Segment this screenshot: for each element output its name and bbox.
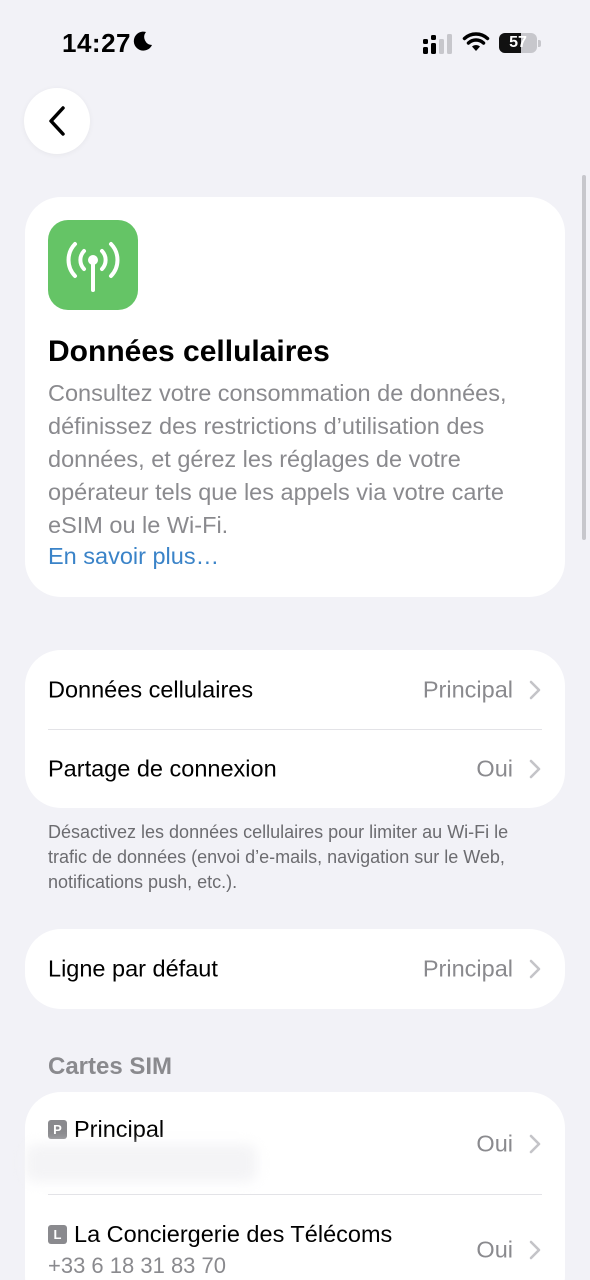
sim-label: Principal	[74, 1116, 165, 1142]
cellular-signal-icon	[423, 34, 452, 54]
battery-icon: 57	[499, 33, 541, 55]
sim-name: P Principal	[48, 1116, 164, 1143]
sim-name: L La Conciergerie des Télécoms	[48, 1221, 392, 1248]
row-label: Données cellulaires	[48, 676, 254, 703]
chevron-right-icon	[529, 959, 541, 979]
row-value: Oui	[476, 755, 513, 782]
page-title: Données cellulaires	[48, 335, 330, 368]
status-time: 14:27	[62, 28, 131, 58]
row-sim-principal[interactable]: P Principal Oui	[25, 1092, 565, 1195]
chevron-right-icon	[529, 1134, 541, 1153]
learn-more-link[interactable]: En savoir plus…	[48, 543, 219, 570]
row-value: Principal	[422, 676, 513, 703]
sim-badge: P	[48, 1120, 67, 1139]
default-line-card: Ligne par défaut Principal	[25, 929, 565, 1009]
battery-level: 57	[509, 34, 527, 51]
chevron-right-icon	[529, 1240, 541, 1260]
sim-badge: L	[48, 1225, 67, 1244]
sim-phone-number: +33 6 18 31 83 70	[48, 1253, 226, 1278]
row-label: Ligne par défaut	[48, 955, 218, 982]
intro-card: Données cellulaires Consultez votre cons…	[25, 197, 565, 597]
moon-icon	[133, 31, 152, 51]
row-value: Oui	[476, 1130, 513, 1156]
chevron-right-icon	[529, 759, 541, 779]
row-personal-hotspot[interactable]: Partage de connexion Oui	[25, 729, 565, 809]
wifi-icon	[462, 32, 490, 51]
row-sim-conciergerie[interactable]: L La Conciergerie des Télécoms +33 6 18 3…	[25, 1195, 565, 1280]
redacted-number	[25, 1144, 257, 1182]
back-button[interactable]	[24, 88, 90, 154]
chevron-right-icon	[529, 680, 541, 700]
row-cellular-data[interactable]: Données cellulaires Principal	[25, 650, 565, 730]
cellular-footnote: Désactivez les données cellulaires pour …	[48, 822, 509, 892]
row-value: Oui	[476, 1236, 513, 1263]
sim-cards-card: P Principal Oui L La Conciergerie des Télé…	[25, 1092, 565, 1280]
status-bar: 14:27 57	[0, 0, 590, 90]
chevron-left-icon	[49, 106, 65, 136]
scrollbar[interactable]	[582, 175, 586, 540]
cellular-antenna-icon	[48, 220, 138, 310]
sim-label: La Conciergerie des Télécoms	[74, 1221, 393, 1247]
sim-section-title: Cartes SIM	[48, 1053, 173, 1080]
row-default-line[interactable]: Ligne par défaut Principal	[25, 929, 565, 1009]
cellular-settings-card: Données cellulaires Principal Partage de…	[25, 650, 565, 808]
intro-description: Consultez votre consommation de données,…	[48, 380, 507, 538]
row-label: Partage de connexion	[48, 755, 277, 782]
row-value: Principal	[422, 955, 513, 982]
